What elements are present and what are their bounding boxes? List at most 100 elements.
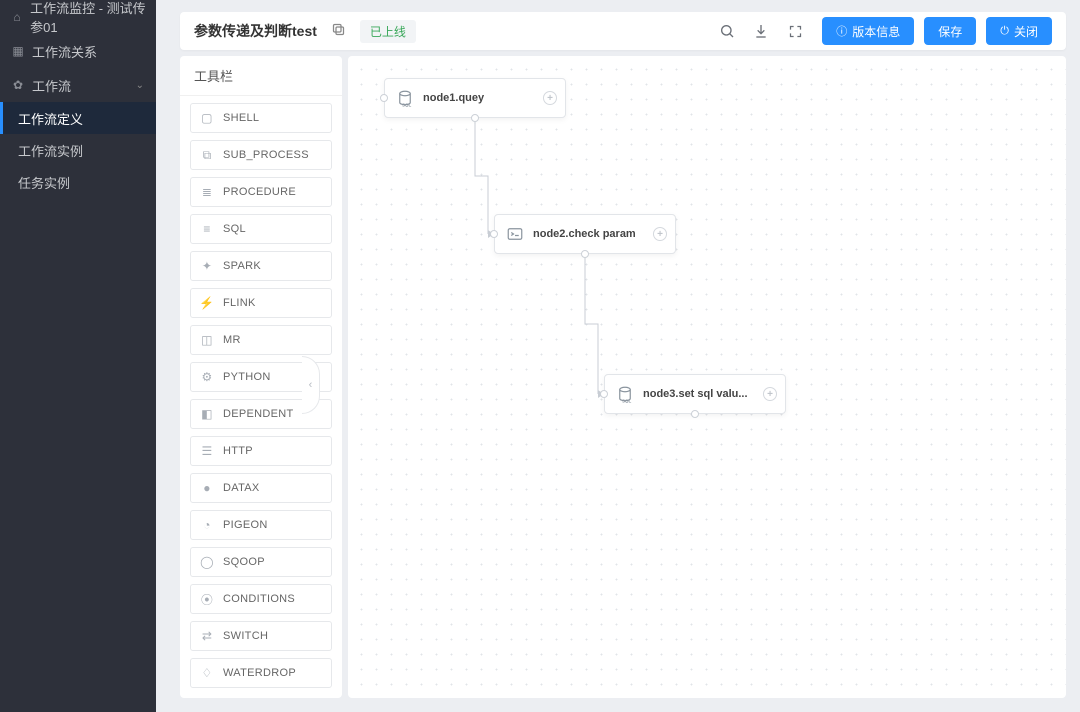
tool-item-sqoop[interactable]: ◯SQOOP xyxy=(190,547,332,577)
tool-label: SUB_PROCESS xyxy=(223,149,309,161)
nav-item-workflow[interactable]: ✿ 工作流 ⌄ xyxy=(0,68,156,102)
collapse-sidebar-tab[interactable]: ‹ xyxy=(302,356,320,414)
pigeon-icon: ◔ xyxy=(199,517,215,533)
info-icon: ⓘ xyxy=(836,23,847,39)
spark-icon: ✦ xyxy=(199,258,215,274)
workflow-node-n2[interactable]: node2.check param + xyxy=(494,214,676,254)
node-add-icon[interactable]: + xyxy=(763,387,777,401)
node-label: node1.quey xyxy=(423,92,484,104)
node-label: node3.set sql valu... xyxy=(643,388,748,400)
shell-icon: ▢ xyxy=(199,110,215,126)
tool-item-pigeon[interactable]: ◔ PIGEON xyxy=(190,510,332,540)
power-icon: ⏻ xyxy=(1000,25,1009,38)
tool-item-procedure[interactable]: ≣ PROCEDURE xyxy=(190,177,332,207)
button-label: 关闭 xyxy=(1014,23,1038,40)
tool-label: PROCEDURE xyxy=(223,186,296,198)
tool-label: SQOOP xyxy=(223,556,265,568)
chevron-down-icon: ⌄ xyxy=(136,80,144,91)
sub_process-icon: ⧉ xyxy=(199,147,215,163)
tool-label: DATAX xyxy=(223,482,260,494)
tool-item-datax[interactable]: ● DATAX xyxy=(190,473,332,503)
tool-label: SHELL xyxy=(223,112,259,124)
search-icon[interactable] xyxy=(718,22,736,40)
tool-label: SWITCH xyxy=(223,630,268,642)
status-badge: 已上线 xyxy=(360,20,416,43)
node-port-in[interactable] xyxy=(600,390,608,398)
node-add-icon[interactable]: + xyxy=(543,91,557,105)
tool-item-switch[interactable]: ⇄ SWITCH xyxy=(190,621,332,651)
workflow-canvas[interactable]: SQL node1.quey + node2.check param + SQL node3… xyxy=(348,56,1066,698)
header-bar: 参数传递及判断test 已上线 ⓘ 版本信息 保存 ⏻ 关闭 xyxy=(180,12,1066,50)
node-port-out[interactable] xyxy=(581,250,589,258)
datax-icon: ● xyxy=(199,480,215,496)
tool-label: PYTHON xyxy=(223,371,271,383)
node-port-in[interactable] xyxy=(380,94,388,102)
tool-item-sql[interactable]: ≡ SQL xyxy=(190,214,332,244)
tool-label: SQL xyxy=(223,223,246,235)
relation-icon: ▦ xyxy=(10,43,26,59)
nav-label: 工作流定义 xyxy=(18,109,83,128)
save-button[interactable]: 保存 xyxy=(924,17,976,45)
procedure-icon: ≣ xyxy=(199,184,215,200)
nav-item-workflow-instance[interactable]: 工作流实例 xyxy=(0,134,156,166)
sidebar: ⌂ 工作流监控 - 测试传参01 ▦ 工作流关系 ✿ 工作流 ⌄ 工作流定义 工… xyxy=(0,0,156,712)
nav-item-workflow-define[interactable]: 工作流定义 xyxy=(0,102,156,134)
button-label: 版本信息 xyxy=(852,23,900,40)
nav-item-monitor[interactable]: ⌂ 工作流监控 - 测试传参01 xyxy=(0,0,156,34)
page-title: 参数传递及判断test xyxy=(194,21,317,41)
copy-icon[interactable] xyxy=(331,22,346,40)
tool-item-http[interactable]: ☰ HTTP xyxy=(190,436,332,466)
tool-label: MR xyxy=(223,334,241,346)
tool-item-waterdrop[interactable]: ♢ WATERDROP xyxy=(190,658,332,688)
gear-icon: ✿ xyxy=(10,77,26,93)
main: 参数传递及判断test 已上线 ⓘ 版本信息 保存 ⏻ 关闭 工具栏 xyxy=(156,0,1080,712)
svg-text:SQL: SQL xyxy=(402,102,412,107)
fullscreen-icon[interactable] xyxy=(786,22,804,40)
nav-label: 任务实例 xyxy=(18,173,70,192)
nav-label: 工作流 xyxy=(32,76,71,95)
node-label: node2.check param xyxy=(533,228,636,240)
node-port-out[interactable] xyxy=(691,410,699,418)
sql-icon: SQL xyxy=(395,88,415,108)
tool-label: DEPENDENT xyxy=(223,408,294,420)
toolbox-title: 工具栏 xyxy=(180,56,342,96)
sql-icon: ≡ xyxy=(199,221,215,237)
tool-item-sub_process[interactable]: ⧉ SUB_PROCESS xyxy=(190,140,332,170)
node-port-out[interactable] xyxy=(471,114,479,122)
workflow-node-n3[interactable]: SQL node3.set sql valu... + xyxy=(604,374,786,414)
button-label: 保存 xyxy=(938,23,962,40)
tool-item-conditions[interactable]: ⦿ CONDITIONS xyxy=(190,584,332,614)
home-icon: ⌂ xyxy=(10,9,24,25)
tool-label: SPARK xyxy=(223,260,261,272)
http-icon: ☰ xyxy=(199,443,215,459)
svg-text:SQL: SQL xyxy=(622,398,632,403)
nav-label: 工作流实例 xyxy=(18,141,83,160)
tool-label: WATERDROP xyxy=(223,667,296,679)
tool-label: HTTP xyxy=(223,445,253,457)
tool-item-flink[interactable]: ⚡ FLINK xyxy=(190,288,332,318)
tool-label: PIGEON xyxy=(223,519,268,531)
mr-icon: ◫ xyxy=(199,332,215,348)
switch-icon: ⇄ xyxy=(199,628,215,644)
download-icon[interactable] xyxy=(752,22,770,40)
waterdrop-icon: ♢ xyxy=(199,665,215,681)
sql-icon: SQL xyxy=(615,384,635,404)
shell-icon xyxy=(505,224,525,244)
nav-label: 工作流关系 xyxy=(32,42,97,61)
workflow-node-n1[interactable]: SQL node1.quey + xyxy=(384,78,566,118)
tool-item-spark[interactable]: ✦ SPARK xyxy=(190,251,332,281)
close-button[interactable]: ⏻ 关闭 xyxy=(986,17,1052,45)
tool-item-mr[interactable]: ◫ MR xyxy=(190,325,332,355)
version-button[interactable]: ⓘ 版本信息 xyxy=(822,17,914,45)
tool-item-shell[interactable]: ▢ SHELL xyxy=(190,103,332,133)
dependent-icon: ◧ xyxy=(199,406,215,422)
conditions-icon: ⦿ xyxy=(199,591,215,607)
tool-label: FLINK xyxy=(223,297,256,309)
nav-item-task-instance[interactable]: 任务实例 xyxy=(0,166,156,198)
nav-item-relation[interactable]: ▦ 工作流关系 xyxy=(0,34,156,68)
python-icon: ⚙ xyxy=(199,369,215,385)
tool-label: CONDITIONS xyxy=(223,593,295,605)
flink-icon: ⚡ xyxy=(199,295,215,311)
node-add-icon[interactable]: + xyxy=(653,227,667,241)
node-port-in[interactable] xyxy=(490,230,498,238)
